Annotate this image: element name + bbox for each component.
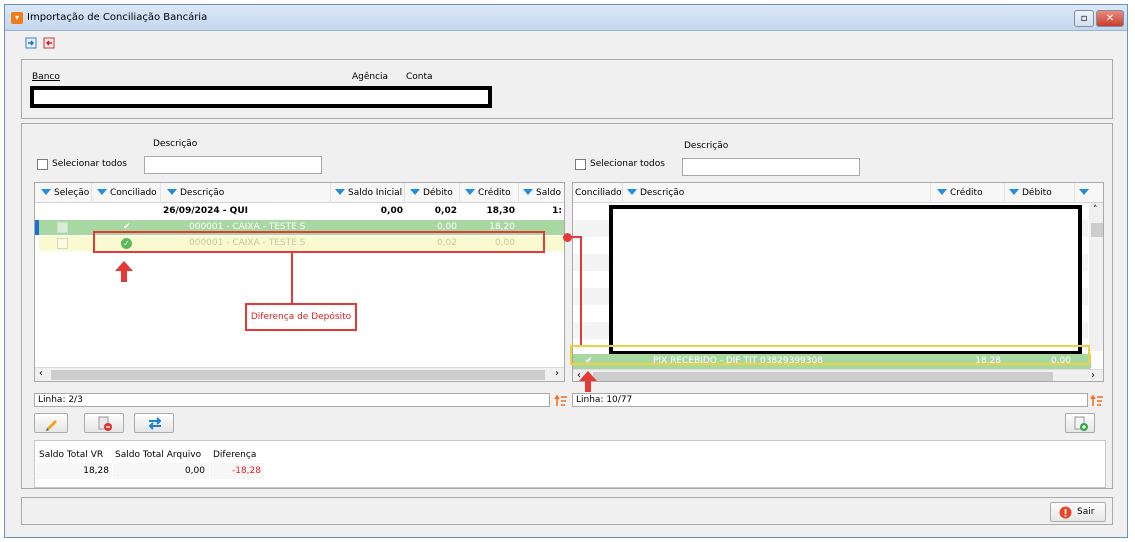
totals-panel: Saldo Total VR Saldo Total Arquivo Difer… [34,440,1106,488]
bank-account-redacted [30,86,492,108]
totals-value-diferenca: -18,28 [231,466,261,476]
file-remove-icon [98,416,112,431]
col-selecao[interactable]: Seleção [39,183,92,203]
left-status: Linha: 2/3 [34,393,550,407]
filter-icon [523,188,533,195]
right-hscrollbar[interactable]: ‹ › [573,369,1103,381]
scroll-thumb[interactable] [1091,223,1103,237]
close-button[interactable]: ✕ [1096,10,1124,27]
annotation-highlight-box [93,231,545,253]
main-window: ▾ Importação de Conciliação Bancária ▫ ✕… [4,4,1128,538]
bank-panel: Banco Agência Conta [21,59,1113,119]
table-row-group[interactable]: 26/09/2024 - QUI 0,00 0,02 18,30 1: [35,204,564,219]
add-file-button[interactable] [1065,413,1095,433]
annotation-label: Diferença de Depósito [250,312,352,322]
scroll-up-icon[interactable]: ˄ [1093,205,1098,215]
exit-label: Sair [1077,507,1095,517]
filter-icon [627,188,637,195]
col-descricao[interactable]: Descrição [625,183,931,203]
right-descricao-label: Descrição [684,141,729,151]
row-checkbox[interactable] [57,238,68,249]
annotation-label-box: Diferença de Depósito [245,303,357,331]
totals-header-vr: Saldo Total VR [39,450,104,460]
left-grid: Seleção Conciliado Descrição Saldo Inici… [34,182,565,382]
filter-icon [937,188,947,195]
sort-orange-icon[interactable] [1090,394,1104,411]
footer-bar: Sair [21,497,1113,525]
totals-header-diferenca: Diferença [213,450,257,460]
title-bar: ▾ Importação de Conciliação Bancária ▫ ✕ [5,5,1127,31]
col-more[interactable] [1077,183,1103,203]
left-grid-header: Seleção Conciliado Descrição Saldo Inici… [35,183,564,203]
filter-icon [97,188,107,195]
col-credito[interactable]: Crédito [463,183,519,203]
swap-arrows-icon [148,417,162,430]
col-debito[interactable]: Débito [1007,183,1075,203]
scroll-right-icon[interactable]: › [1091,370,1095,381]
col-credito[interactable]: Crédito [935,183,1005,203]
left-hscrollbar[interactable]: ‹ › [35,367,564,381]
filter-icon [167,188,177,195]
annotation-connector [291,253,293,303]
col-debito[interactable]: Débito [408,183,460,203]
col-saldo-inicial[interactable]: Saldo Inicial [333,183,405,203]
right-vscrollbar[interactable]: ˄ [1089,203,1103,351]
banco-label: Banco [32,72,60,82]
right-status: Linha: 10/77 [572,393,1088,407]
right-select-all-checkbox[interactable] [575,159,586,170]
restore-button[interactable]: ▫ [1074,10,1094,27]
filter-icon [465,188,475,195]
col-descricao[interactable]: Descrição [165,183,331,203]
filter-icon [1079,188,1089,195]
filter-icon [335,188,345,195]
right-descricao-input[interactable] [682,158,860,176]
agencia-label: Agência [352,72,389,82]
totals-header-arquivo: Saldo Total Arquivo [115,450,202,460]
main-panel: Descrição Selecionar todos Seleção Conci… [21,123,1113,489]
filter-icon [1009,188,1019,195]
app-icon: ▾ [11,12,23,24]
left-descricao-label: Descrição [153,139,198,149]
export-red-icon[interactable] [43,37,55,49]
totals-value-arquivo: 0,00 [184,466,205,476]
transactions-redacted [609,205,1082,355]
scroll-thumb[interactable] [51,370,545,380]
annotation-highlight-row [570,345,1090,365]
right-select-all-label: Selecionar todos [590,159,665,169]
col-conciliado[interactable]: Conciliado [573,183,623,203]
exit-icon [1059,506,1072,519]
edit-button[interactable] [34,413,68,433]
refresh-button[interactable] [134,413,174,433]
col-saldo-final[interactable]: Saldo F [521,183,564,203]
row-checkbox[interactable] [57,222,68,233]
scroll-thumb[interactable] [593,372,1053,381]
window-title: Importação de Conciliação Bancária [27,12,208,23]
pencil-icon [46,420,57,431]
conta-label: Conta [406,72,433,82]
exit-button[interactable]: Sair [1050,502,1106,522]
totals-value-vr: 18,28 [83,466,109,476]
filter-icon [410,188,420,195]
col-conciliado[interactable]: Conciliado [95,183,161,203]
scroll-left-icon[interactable]: ‹ [39,368,43,379]
left-select-all-label: Selecionar todos [52,159,127,169]
filter-icon [41,188,51,195]
right-grid-header: Conciliado Descrição Crédito Débito [573,183,1103,203]
left-descricao-input[interactable] [144,156,322,174]
file-add-icon [1074,416,1088,431]
left-select-all-checkbox[interactable] [37,159,48,170]
import-blue-icon[interactable] [25,37,37,49]
scroll-right-icon[interactable]: › [555,368,559,379]
sort-orange-icon[interactable] [554,394,568,411]
remove-button[interactable] [84,413,124,433]
